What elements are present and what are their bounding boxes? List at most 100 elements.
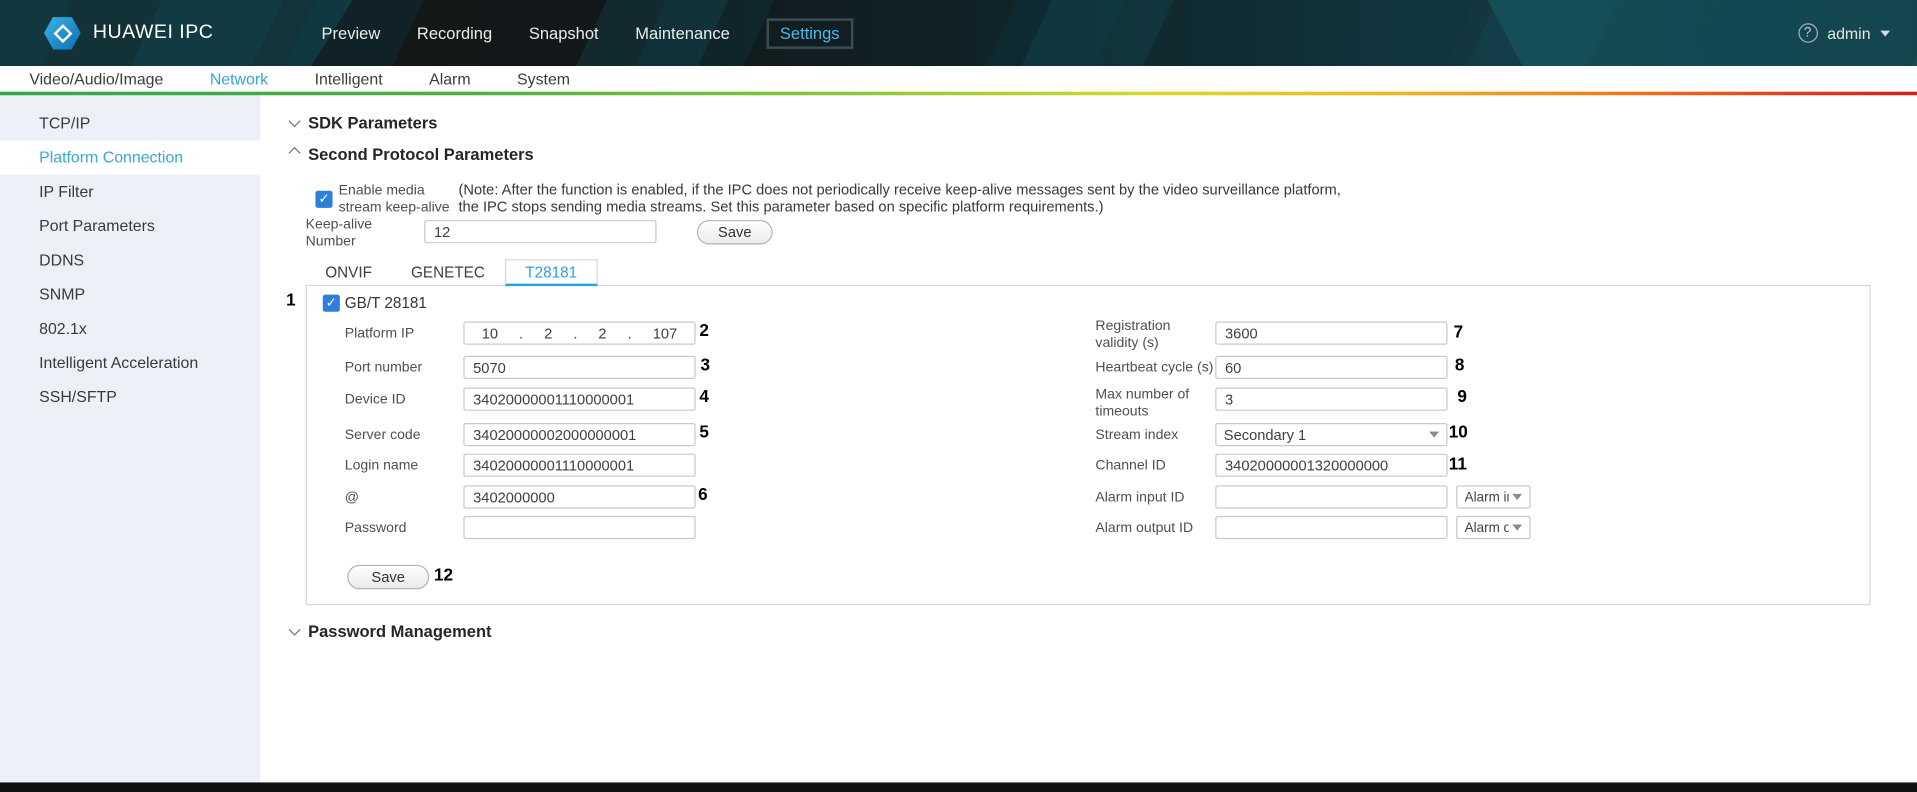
protocol-tabs: ONVIF GENETEC T28181 xyxy=(306,259,598,286)
tab-video-audio-image[interactable]: Video/Audio/Image xyxy=(29,70,163,88)
nav-item-snapshot[interactable]: Snapshot xyxy=(529,24,599,42)
section-password-management[interactable]: Password Management xyxy=(289,620,492,642)
sidebar-item-ddns[interactable]: DDNS xyxy=(0,243,260,277)
ip-dot: . xyxy=(573,325,577,342)
alarm-input-id-input[interactable] xyxy=(1215,485,1447,508)
nav-item-maintenance[interactable]: Maintenance xyxy=(635,24,730,42)
stream-index-value: Secondary 1 xyxy=(1224,426,1306,443)
enable-keepalive-checkbox[interactable]: ✓ xyxy=(315,191,332,208)
user-menu[interactable]: admin xyxy=(1827,24,1870,42)
network-sidebar: TCP/IP Platform Connection IP Filter Por… xyxy=(0,95,260,782)
tab-system[interactable]: System xyxy=(517,70,570,88)
brand-title: HUAWEI IPC xyxy=(93,22,213,44)
annotation-1: 1 xyxy=(286,290,296,310)
ip-octet: 10 xyxy=(482,325,498,342)
gbt28181-label: GB/T 28181 xyxy=(345,296,427,313)
huawei-ipc-logo-icon xyxy=(44,17,81,50)
annotation-7: 7 xyxy=(1454,322,1464,342)
platform-ip-input[interactable]: 10 . 2 . 2 . 107 xyxy=(463,322,695,345)
heartbeat-cycle-input[interactable] xyxy=(1215,356,1447,379)
annotation-5: 5 xyxy=(699,422,709,442)
nav-item-recording[interactable]: Recording xyxy=(417,24,492,42)
tab-alarm[interactable]: Alarm xyxy=(429,70,471,88)
ip-dot: . xyxy=(519,325,523,342)
keepalive-save-button[interactable]: Save xyxy=(697,220,773,244)
sidebar-item-port-parameters[interactable]: Port Parameters xyxy=(0,209,260,243)
ip-octet: 2 xyxy=(598,325,606,342)
section-title: Password Management xyxy=(308,622,491,640)
section-second-protocol-parameters[interactable]: Second Protocol Parameters xyxy=(289,143,534,165)
annotation-11: 11 xyxy=(1449,454,1467,474)
nav-item-settings[interactable]: Settings xyxy=(766,18,853,49)
annotation-6: 6 xyxy=(698,484,708,504)
help-icon[interactable]: ? xyxy=(1798,23,1818,43)
server-code-input[interactable] xyxy=(463,423,695,446)
at-label: @ xyxy=(345,490,359,507)
tab-onvif[interactable]: ONVIF xyxy=(306,259,392,286)
ip-octet: 2 xyxy=(544,325,552,342)
heartbeat-cycle-label: Heartbeat cycle (s) xyxy=(1095,361,1213,378)
chevron-down-icon xyxy=(288,623,300,635)
alarm-input-id-label: Alarm input ID xyxy=(1095,490,1184,507)
port-number-label: Port number xyxy=(345,361,422,378)
channel-id-label: Channel ID xyxy=(1095,458,1165,475)
alarm-input-select[interactable]: Alarm inp xyxy=(1456,485,1531,508)
max-timeouts-input[interactable] xyxy=(1215,388,1447,411)
tab-intelligent[interactable]: Intelligent xyxy=(315,70,383,88)
chevron-down-icon[interactable] xyxy=(1880,30,1890,36)
main-content: SDK Parameters Second Protocol Parameter… xyxy=(260,95,1917,782)
tab-network[interactable]: Network xyxy=(210,70,268,88)
device-id-label: Device ID xyxy=(345,392,406,409)
gbt28181-checkbox[interactable]: ✓ xyxy=(323,295,340,312)
chevron-up-icon xyxy=(288,146,300,158)
channel-id-input[interactable] xyxy=(1215,454,1447,477)
sidebar-item-8021x[interactable]: 802.1x xyxy=(0,312,260,346)
sidebar-item-snmp[interactable]: SNMP xyxy=(0,278,260,312)
sidebar-item-tcpip[interactable]: TCP/IP xyxy=(0,106,260,140)
annotation-12: 12 xyxy=(434,565,453,585)
header-right: ? admin xyxy=(1798,0,1890,66)
port-number-input[interactable] xyxy=(463,356,695,379)
keepalive-number-input[interactable] xyxy=(424,220,656,243)
keepalive-note-line1: (Note: After the function is enabled, if… xyxy=(458,182,1340,199)
server-code-label: Server code xyxy=(345,428,421,445)
keepalive-note-line2: the IPC stops sending media streams. Set… xyxy=(458,199,1103,216)
login-name-label: Login name xyxy=(345,458,418,475)
nav-item-preview[interactable]: Preview xyxy=(322,24,381,42)
login-name-input[interactable] xyxy=(463,454,695,477)
chevron-down-icon xyxy=(288,114,300,126)
stream-index-select[interactable]: Secondary 1 xyxy=(1215,423,1447,446)
annotation-3: 3 xyxy=(701,355,711,375)
annotation-4: 4 xyxy=(699,386,709,406)
top-nav: Preview Recording Snapshot Maintenance S… xyxy=(322,0,853,66)
annotation-10: 10 xyxy=(1449,422,1468,442)
alarm-output-select[interactable]: Alarm ou xyxy=(1456,516,1531,539)
alarm-output-id-label: Alarm output ID xyxy=(1095,521,1193,538)
alarm-output-id-input[interactable] xyxy=(1215,516,1447,539)
section-title: Second Protocol Parameters xyxy=(308,145,534,163)
section-sdk-parameters[interactable]: SDK Parameters xyxy=(289,111,438,133)
registration-validity-input[interactable] xyxy=(1215,322,1447,345)
section-title: SDK Parameters xyxy=(308,113,437,131)
t28181-panel: ✓ GB/T 28181 Platform IP 10 . 2 . 2 . 10… xyxy=(306,285,1871,605)
device-id-input[interactable] xyxy=(463,388,695,411)
password-input[interactable] xyxy=(463,516,695,539)
enable-keepalive-label: Enable media stream keep-alive xyxy=(339,183,455,216)
top-header: HUAWEI IPC Preview Recording Snapshot Ma… xyxy=(0,0,1917,66)
t28181-save-button[interactable]: Save xyxy=(347,565,429,589)
page: HUAWEI IPC Preview Recording Snapshot Ma… xyxy=(0,0,1917,792)
sidebar-item-intelligent-acceleration[interactable]: Intelligent Acceleration xyxy=(0,346,260,380)
tab-genetec[interactable]: GENETEC xyxy=(391,259,504,286)
sidebar-item-platform-connection[interactable]: Platform Connection xyxy=(0,141,260,175)
registration-validity-label: Registration validity (s) xyxy=(1095,319,1193,352)
alarm-output-select-value: Alarm ou xyxy=(1465,520,1509,535)
at-input[interactable] xyxy=(463,485,695,508)
chevron-down-icon xyxy=(1512,524,1522,530)
tab-t28181[interactable]: T28181 xyxy=(504,259,597,286)
keepalive-number-label: Keep-alive Number xyxy=(306,218,382,251)
sidebar-item-ip-filter[interactable]: IP Filter xyxy=(0,175,260,209)
brand: HUAWEI IPC xyxy=(44,0,213,66)
annotation-8: 8 xyxy=(1455,355,1465,375)
sidebar-item-ssh-sftp[interactable]: SSH/SFTP xyxy=(0,380,260,414)
password-label: Password xyxy=(345,521,407,538)
